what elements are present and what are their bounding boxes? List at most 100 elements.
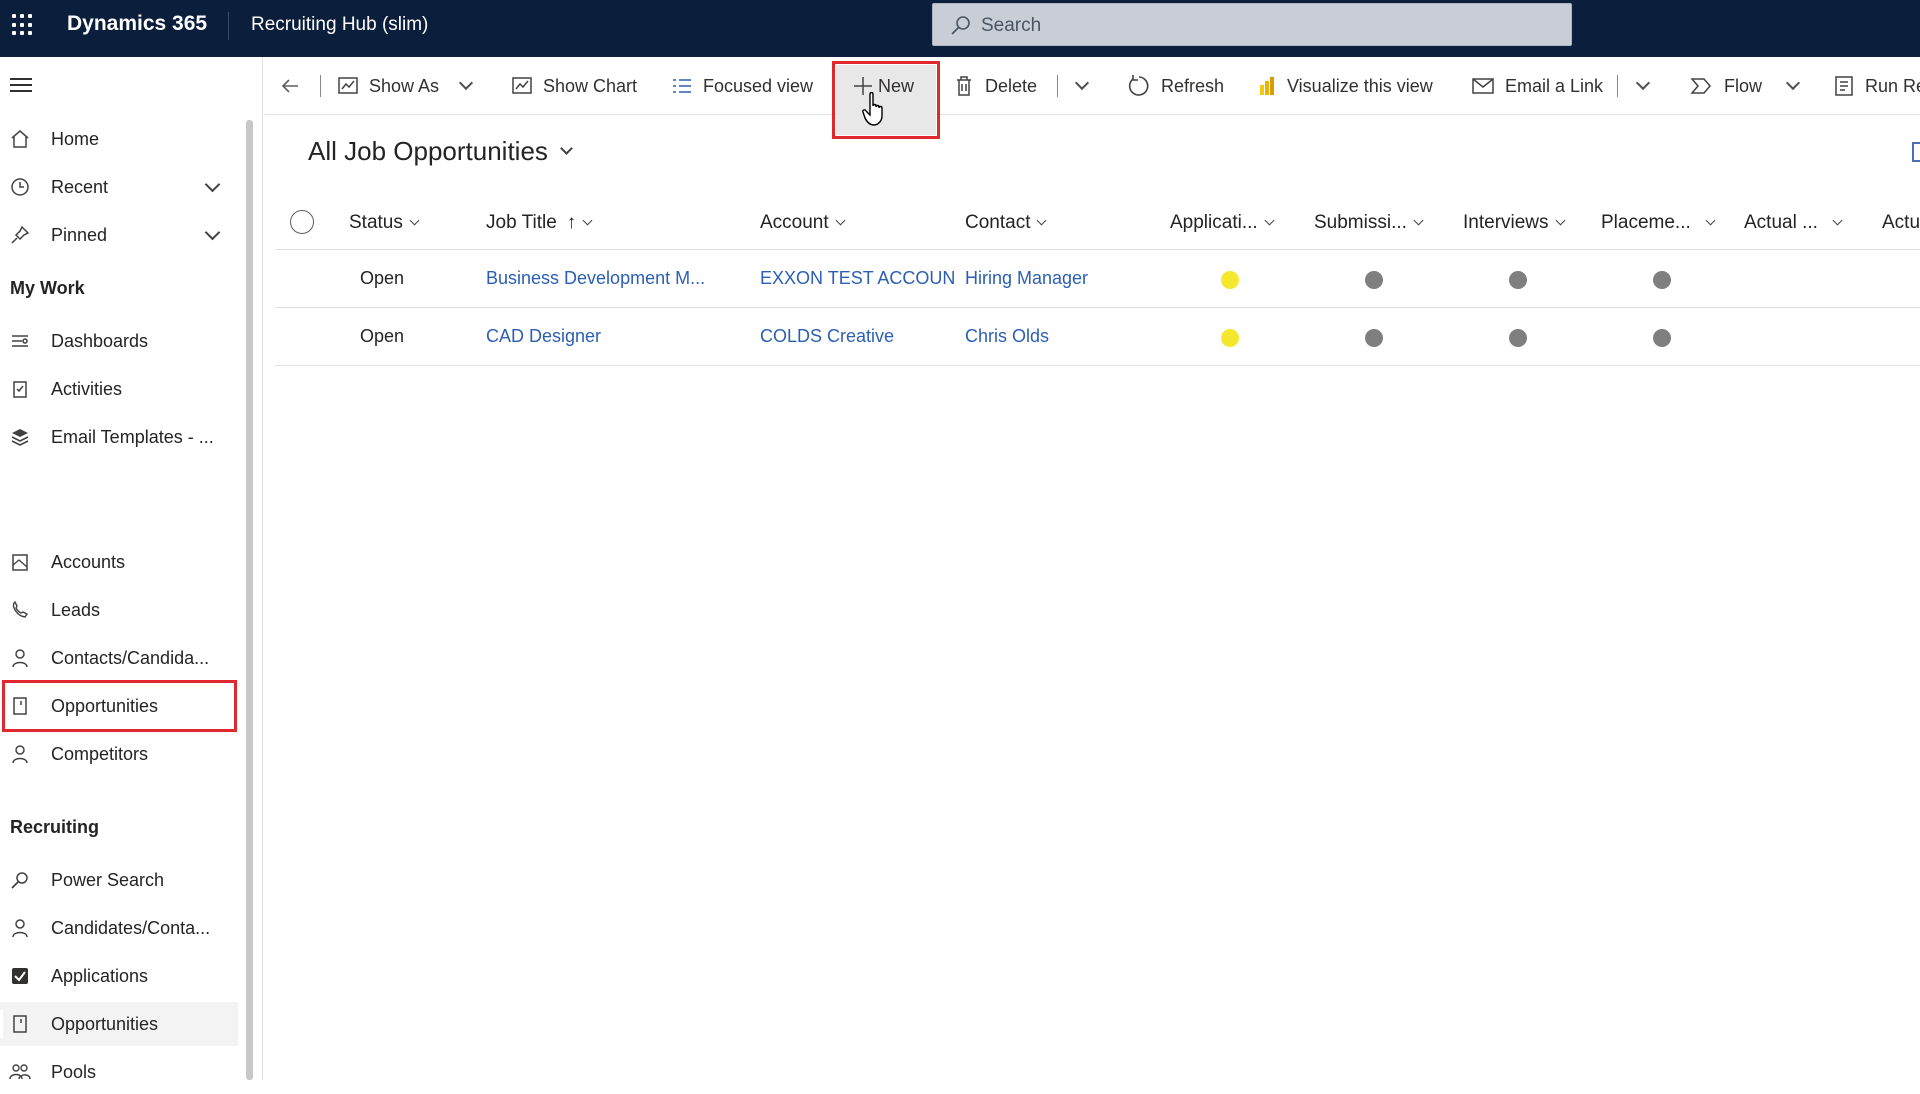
run-report-button[interactable]: Run Re	[1833, 57, 1920, 115]
flow-icon	[1690, 78, 1711, 94]
sidebar-item-label: Candidates/Conta...	[51, 917, 211, 938]
sidebar-item-label: Leads	[51, 599, 101, 620]
sidebar-item-recent[interactable]: Recent	[0, 165, 238, 209]
flow-button[interactable]: Flow	[1690, 57, 1801, 115]
view-selector[interactable]: All Job Opportunities	[308, 136, 573, 167]
delete-button[interactable]: Delete	[953, 57, 1037, 115]
chevron-down-icon	[835, 215, 846, 226]
contact-link[interactable]: Chris Olds	[965, 326, 1049, 347]
chevron-down-icon[interactable]	[458, 75, 474, 91]
sidebar-item-home[interactable]: Home	[0, 117, 238, 161]
sidebar-item-power-search[interactable]: Power Search	[0, 858, 238, 902]
column-label: Submissi...	[1314, 212, 1407, 233]
delete-more-button[interactable]	[1074, 57, 1090, 115]
email-link-label: Email a Link	[1505, 75, 1604, 96]
select-all-checkbox[interactable]	[290, 210, 314, 234]
edit-columns-icon[interactable]	[1912, 142, 1920, 162]
column-header-job-title[interactable]: Job Title ↑	[486, 212, 593, 234]
show-as-label: Show As	[369, 75, 440, 96]
chart-icon	[512, 77, 532, 94]
contact-link[interactable]: Hiring Manager	[965, 268, 1088, 289]
table-row[interactable]: Open Business Development M... EXXON TES…	[275, 250, 1920, 308]
home-icon	[9, 128, 31, 150]
chevron-down-icon	[1264, 215, 1275, 226]
person-icon	[9, 647, 31, 669]
column-header-submissions[interactable]: Submissi...	[1314, 212, 1424, 234]
column-label: Placeme...	[1601, 212, 1691, 233]
sidebar-item-pinned[interactable]: Pinned	[0, 213, 238, 257]
visualize-button[interactable]: Visualize this view	[1255, 57, 1433, 115]
chevron-down-icon[interactable]	[204, 176, 221, 193]
app-launcher-icon[interactable]	[12, 14, 34, 36]
sidebar-scrollbar[interactable]	[246, 120, 253, 1080]
sidebar-item-pools[interactable]: Pools	[0, 1050, 238, 1094]
sidebar-item-leads[interactable]: Leads	[0, 588, 238, 632]
sidebar-item-accounts[interactable]: Accounts	[0, 540, 238, 584]
column-label: Interviews	[1463, 212, 1549, 233]
sidebar-item-opportunities-recruiting[interactable]: Opportunities	[0, 1002, 238, 1046]
table-row[interactable]: Open CAD Designer COLDS Creative Chris O…	[275, 308, 1920, 366]
power-bi-icon	[1260, 77, 1274, 95]
chart-icon	[338, 77, 358, 94]
clock-icon	[9, 176, 31, 198]
sidebar-item-dashboards[interactable]: Dashboards	[0, 319, 238, 363]
hamburger-menu-icon[interactable]	[10, 78, 32, 96]
column-header-placements[interactable]: Placeme...	[1601, 212, 1716, 234]
refresh-button[interactable]: Refresh	[1127, 57, 1224, 115]
chevron-down-icon	[409, 215, 420, 226]
search-icon	[951, 16, 970, 35]
pin-icon	[9, 224, 31, 246]
sidebar-item-label: Opportunities	[51, 1013, 159, 1034]
chevron-down-icon	[1635, 75, 1651, 91]
sidebar-item-label: Home	[51, 128, 100, 149]
app-name[interactable]: Recruiting Hub (slim)	[251, 14, 428, 36]
chevron-down-icon[interactable]	[1785, 75, 1801, 91]
show-chart-label: Show Chart	[543, 75, 638, 96]
sidebar-item-label: Power Search	[51, 869, 165, 890]
job-title-link[interactable]: CAD Designer	[486, 326, 601, 347]
divider	[228, 12, 229, 40]
column-label: Actu	[1882, 212, 1920, 233]
refresh-icon	[1128, 75, 1149, 96]
brand-title[interactable]: Dynamics 365	[67, 12, 207, 36]
sidebar-item-applications[interactable]: Applications	[0, 954, 238, 998]
back-button[interactable]	[279, 57, 311, 115]
arrow-left-icon	[281, 79, 298, 93]
column-header-status[interactable]: Status	[349, 212, 420, 234]
column-header-interviews[interactable]: Interviews	[1463, 212, 1565, 234]
sidebar-item-label: Applications	[51, 965, 149, 986]
sidebar-item-contacts[interactable]: Contacts/Candida...	[0, 636, 238, 680]
sidebar-item-candidates[interactable]: Candidates/Conta...	[0, 906, 238, 950]
show-as-button[interactable]: Show As	[337, 57, 474, 115]
report-icon	[1835, 76, 1853, 96]
email-link-button[interactable]: Email a Link	[1471, 57, 1603, 115]
list-icon	[673, 79, 691, 93]
chevron-down-icon[interactable]	[204, 224, 221, 241]
sidebar-item-email-templates[interactable]: Email Templates - ...	[0, 415, 238, 459]
email-more-button[interactable]	[1635, 57, 1651, 115]
chevron-down-icon	[1705, 215, 1716, 226]
show-chart-button[interactable]: Show Chart	[511, 57, 637, 115]
sort-ascending-icon: ↑	[566, 212, 577, 233]
flow-label: Flow	[1724, 75, 1763, 96]
sidebar-item-label: Activities	[51, 378, 123, 399]
sidebar-item-label: Pools	[51, 1061, 97, 1082]
column-header-actual-2[interactable]: Actu	[1882, 212, 1920, 234]
account-link[interactable]: EXXON TEST ACCOUN	[760, 268, 955, 289]
column-header-contact[interactable]: Contact	[965, 212, 1047, 234]
column-header-account[interactable]: Account	[760, 212, 846, 234]
focused-view-button[interactable]: Focused view	[671, 57, 813, 115]
sidebar-item-activities[interactable]: Activities	[0, 367, 238, 411]
submissions-indicator	[1365, 271, 1383, 289]
job-title-link[interactable]: Business Development M...	[486, 268, 705, 289]
divider	[320, 75, 321, 97]
divider	[1617, 75, 1618, 97]
page-title: All Job Opportunities	[308, 136, 548, 166]
dashboard-icon	[9, 330, 31, 352]
account-link[interactable]: COLDS Creative	[760, 326, 894, 347]
sidebar-item-competitors[interactable]: Competitors	[0, 732, 238, 776]
sidebar-item-label: Competitors	[51, 743, 149, 764]
column-header-applications[interactable]: Applicati...	[1170, 212, 1275, 234]
search-input[interactable]: Search	[932, 3, 1572, 46]
column-header-actual[interactable]: Actual ...	[1744, 212, 1843, 234]
